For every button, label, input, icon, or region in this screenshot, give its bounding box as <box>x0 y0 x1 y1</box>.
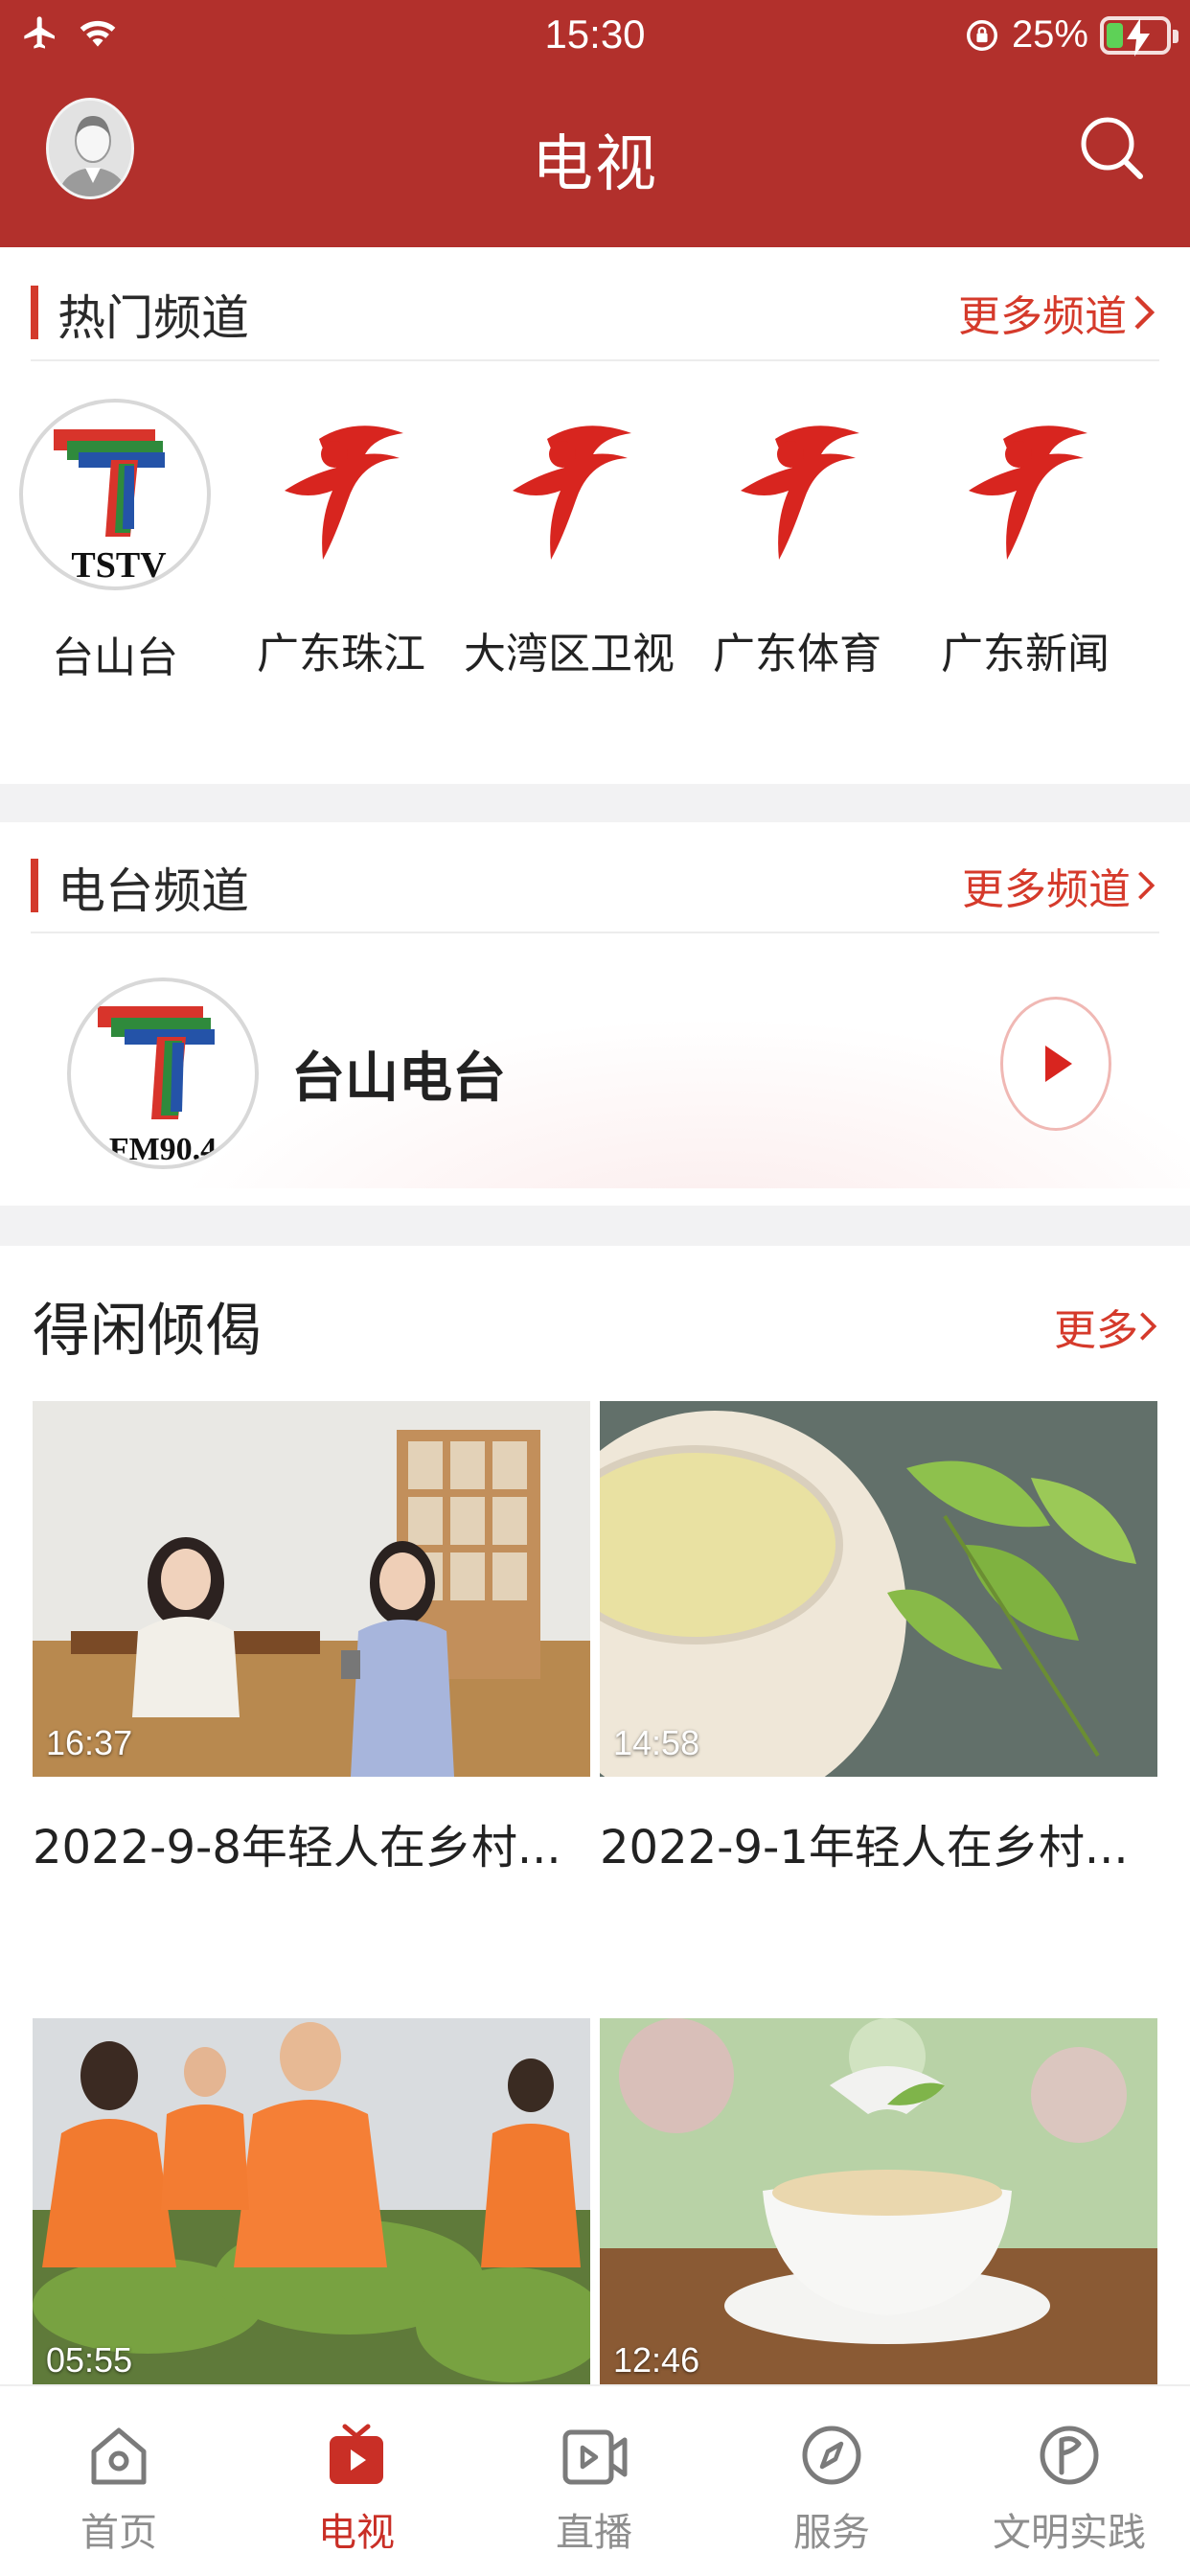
radio-channels-title: 电台频道 <box>57 863 249 919</box>
status-right: 25% <box>964 13 1179 57</box>
video-thumbnail: 12:46 <box>600 2018 1157 2394</box>
section-gap <box>0 1206 1190 1246</box>
radio-channel-name: 台山电台 <box>291 1047 506 1110</box>
play-button[interactable] <box>1000 997 1111 1131</box>
tstv-logo: FM90.4 <box>67 978 259 1169</box>
tab-home[interactable]: 首页 <box>0 2386 238 2576</box>
chevron-right-icon <box>1140 1312 1157 1341</box>
bottom-tab-bar: 首页 电视 直播 服务 文明实践 <box>0 2384 1190 2576</box>
radio-channels-header: 电台频道 更多频道 <box>0 824 1190 937</box>
hot-channels-more-link[interactable]: 更多频道 <box>958 282 1156 343</box>
video-card[interactable]: 14:58 2022-9-1年轻人在乡村... <box>600 1401 1157 1876</box>
channel-label: 广东体育 <box>713 630 881 678</box>
tab-label: 电视 <box>318 2511 395 2555</box>
tab-civilization-practice[interactable]: 文明实践 <box>950 2386 1188 2576</box>
search-icon[interactable] <box>1075 111 1148 184</box>
video-thumbnail: 05:55 <box>33 2018 590 2394</box>
hot-channel-list: TSTV 台山台 广东珠江 大湾区卫视 广东体育 广东新闻 <box>0 395 1190 702</box>
chevron-right-icon <box>1138 871 1156 900</box>
top-header: 15:30 25% 电视 <box>0 0 1190 247</box>
section-gap <box>0 784 1190 822</box>
video-duration: 12:46 <box>613 2340 700 2380</box>
channel-item[interactable]: 广东珠江 <box>236 395 446 680</box>
more-label: 更多 <box>1054 1306 1138 1355</box>
divider <box>31 359 1159 361</box>
video-duration: 16:37 <box>46 1723 133 1762</box>
video-card[interactable]: 16:37 2022-9-8年轻人在乡村... <box>33 1401 590 1876</box>
channel-label: 广东新闻 <box>941 630 1110 678</box>
channel-item[interactable]: 广东新闻 <box>920 395 1131 680</box>
tab-tv[interactable]: 电视 <box>238 2386 475 2576</box>
live-video-icon <box>562 2429 628 2485</box>
channel-label: 大湾区卫视 <box>464 630 675 678</box>
section-accent-bar <box>31 286 38 339</box>
hot-channels-title: 热门频道 <box>57 290 249 346</box>
home-icon <box>91 2427 147 2485</box>
compass-icon <box>802 2426 861 2485</box>
video-thumbnail: 14:58 <box>600 1401 1157 1777</box>
radio-channels-more-link[interactable]: 更多频道 <box>962 855 1156 916</box>
gdtv-logo <box>240 395 442 596</box>
tab-label: 文明实践 <box>993 2511 1146 2555</box>
status-bar: 15:30 25% <box>0 0 1190 77</box>
more-label: 更多频道 <box>958 292 1127 341</box>
svg-text:FM90.4: FM90.4 <box>109 1132 217 1167</box>
tab-live[interactable]: 直播 <box>475 2386 713 2576</box>
channel-label: 广东珠江 <box>257 630 425 678</box>
video-title: 2022-9-1年轻人在乡村... <box>600 1821 1129 1874</box>
play-icon <box>1045 1046 1072 1082</box>
tstv-logo: TSTV <box>19 399 211 590</box>
channel-item[interactable]: TSTV 台山台 <box>10 395 220 684</box>
video-duration: 05:55 <box>46 2340 133 2380</box>
battery-fill <box>1107 22 1123 48</box>
radio-channel-item[interactable]: FM90.4 台山电台 <box>0 949 1190 1188</box>
section-accent-bar <box>31 859 38 912</box>
video-thumbnail: 16:37 <box>33 1401 590 1777</box>
video-card[interactable]: 12:46 <box>600 2018 1157 2426</box>
hot-channels-header: 热门频道 更多频道 <box>0 251 1190 364</box>
tv-icon <box>330 2424 383 2484</box>
gdtv-logo <box>697 395 898 596</box>
tab-services[interactable]: 服务 <box>713 2386 950 2576</box>
channel-label: 台山台 <box>52 633 178 682</box>
divider <box>31 932 1159 933</box>
orientation-lock-icon <box>966 19 997 51</box>
video-card[interactable]: 05:55 <box>33 2018 590 2426</box>
tab-label: 直播 <box>556 2511 632 2555</box>
svg-text:TSTV: TSTV <box>71 545 167 586</box>
videos-section-title: 得闲倾偈 <box>33 1298 263 1365</box>
flag-circle-icon <box>1040 2426 1099 2485</box>
chevron-right-icon <box>1134 295 1156 330</box>
page-title: 电视 <box>532 129 658 200</box>
channel-item[interactable]: 广东体育 <box>692 395 903 680</box>
video-duration: 14:58 <box>613 1723 700 1762</box>
battery-icon <box>1100 15 1179 57</box>
gdtv-logo <box>469 395 670 596</box>
tab-label: 首页 <box>80 2511 157 2555</box>
videos-more-link[interactable]: 更多 <box>1054 1296 1157 1357</box>
battery-percent: 25% <box>1011 13 1088 56</box>
tab-label: 服务 <box>793 2511 870 2555</box>
nav-bar: 电视 <box>0 86 1190 220</box>
more-label: 更多频道 <box>962 865 1131 914</box>
gdtv-logo <box>925 395 1126 596</box>
video-title: 2022-9-8年轻人在乡村... <box>33 1821 561 1874</box>
channel-item[interactable]: 大湾区卫视 <box>464 395 675 680</box>
